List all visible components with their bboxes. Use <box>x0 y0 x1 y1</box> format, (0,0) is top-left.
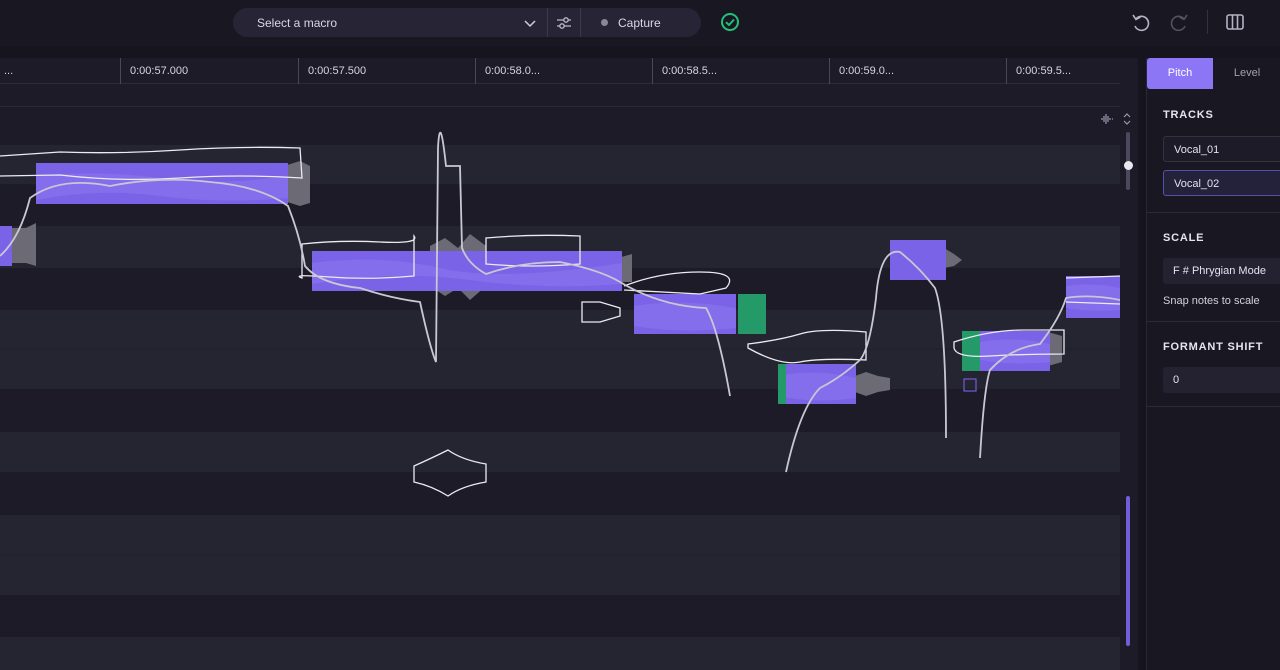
snap-to-scale-label[interactable]: Snap notes to scale <box>1163 295 1260 307</box>
scale-select[interactable]: F # Phrygian Mode <box>1163 258 1280 284</box>
chevron-down-icon <box>524 20 536 28</box>
sliders-icon <box>557 16 571 29</box>
layout-columns-icon[interactable] <box>1224 11 1246 33</box>
tab-pitch[interactable]: Pitch <box>1147 58 1213 89</box>
formant-shift-title: FORMANT SHIFT <box>1163 341 1264 353</box>
inspector-tabs: Pitch Level <box>1147 58 1280 89</box>
macro-select[interactable]: Select a macro <box>233 8 547 37</box>
pitch-grid[interactable] <box>0 107 1120 670</box>
vertical-scrollbar[interactable] <box>1126 496 1130 646</box>
toolbar-divider <box>1207 10 1208 34</box>
check-circle-icon <box>721 13 739 31</box>
macro-control-group: Select a macro Capture <box>233 8 701 37</box>
macro-settings-button[interactable] <box>548 8 580 37</box>
track-item-vocal-01[interactable]: Vocal_01 <box>1163 136 1280 162</box>
scale-title: SCALE <box>1163 232 1205 244</box>
undo-icon[interactable] <box>1130 11 1152 33</box>
pitch-note <box>890 240 946 280</box>
redo-icon[interactable] <box>1168 11 1190 33</box>
section-divider <box>1147 321 1280 322</box>
pitch-note-active <box>738 294 766 334</box>
inspector-panel: Pitch Level TRACKS Vocal_01 Vocal_02 SCA… <box>1146 58 1280 670</box>
pitch-editor[interactable]: ... 0:00:57.000 0:00:57.500 0:00:58.0...… <box>0 58 1138 670</box>
ruler-tick: 0:00:58.0... <box>475 58 540 84</box>
ruler-tick: 0:00:59.0... <box>829 58 894 84</box>
time-ruler[interactable]: ... 0:00:57.000 0:00:57.500 0:00:58.0...… <box>0 58 1120 84</box>
ruler-tick: 0:00:57.000 <box>120 58 188 84</box>
section-divider <box>1147 406 1280 407</box>
ruler-tick: 0:00:58.5... <box>652 58 717 84</box>
ruler-sublane <box>0 85 1120 107</box>
section-divider <box>1147 212 1280 213</box>
pitch-note-active <box>778 364 786 404</box>
ruler-tick: 0:00:59.5... <box>1006 58 1071 84</box>
record-dot-icon <box>601 19 608 26</box>
formant-shift-input[interactable]: 0 <box>1163 367 1280 393</box>
track-item-vocal-02[interactable]: Vocal_02 <box>1163 170 1280 196</box>
tab-level[interactable]: Level <box>1213 58 1280 89</box>
capture-button[interactable]: Capture <box>581 8 701 37</box>
vertical-zoom-handle[interactable] <box>1124 161 1133 170</box>
ruler-tick: 0:00:57.500 <box>298 58 366 84</box>
ruler-tick: ... <box>0 58 13 84</box>
tracks-title: TRACKS <box>1163 109 1214 121</box>
macro-select-label: Select a macro <box>257 15 338 30</box>
waveform-toggle-icon[interactable] <box>1100 113 1114 125</box>
top-toolbar: Select a macro Capture <box>0 0 1280 46</box>
capture-label: Capture <box>618 15 661 30</box>
vertical-zoom-icon[interactable] <box>1123 113 1131 125</box>
